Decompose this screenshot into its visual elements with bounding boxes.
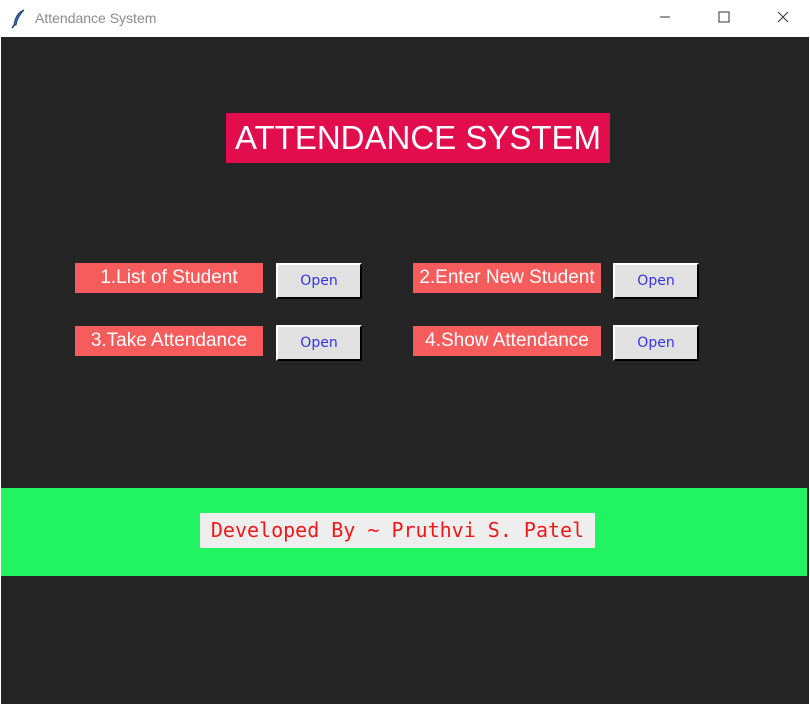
maximize-button[interactable]	[701, 0, 747, 37]
footer-band: Developed By ~ Pruthvi S. Patel	[1, 488, 807, 576]
close-icon	[777, 10, 789, 28]
option-label-take-attendance: 3.Take Attendance	[75, 326, 263, 356]
open-list-students-button[interactable]: Open	[276, 263, 362, 299]
minimize-icon	[659, 10, 671, 28]
open-show-attendance-button[interactable]: Open	[613, 325, 699, 361]
open-enter-new-student-button[interactable]: Open	[613, 263, 699, 299]
maximize-icon	[718, 10, 730, 28]
open-take-attendance-button[interactable]: Open	[276, 325, 362, 361]
window-title: Attendance System	[35, 10, 157, 26]
option-label-show-attendance: 4.Show Attendance	[413, 326, 601, 356]
page-title: ATTENDANCE SYSTEM	[226, 113, 610, 163]
feather-icon	[11, 9, 27, 29]
option-label-list-students: 1.List of Student	[75, 263, 263, 293]
option-label-enter-new-student: 2.Enter New Student	[413, 263, 601, 293]
main-window: ATTENDANCE SYSTEM 1.List of Student Open…	[1, 37, 809, 704]
developer-credit: Developed By ~ Pruthvi S. Patel	[200, 513, 595, 548]
title-bar: Attendance System	[0, 0, 810, 37]
close-button[interactable]	[760, 0, 806, 37]
minimize-button[interactable]	[642, 0, 688, 37]
